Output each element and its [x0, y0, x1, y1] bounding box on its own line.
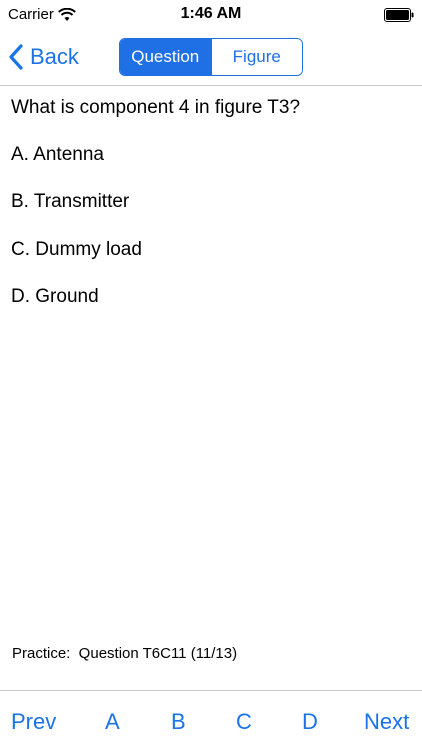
view-segmented-control: Question Figure — [119, 38, 303, 76]
next-button[interactable]: Next — [364, 709, 409, 735]
answer-a-button[interactable]: A — [105, 709, 120, 735]
answer-d: D. Ground — [11, 286, 99, 307]
answer-a: A. Antenna — [11, 144, 104, 165]
answer-d-button[interactable]: D — [302, 709, 318, 735]
bottom-toolbar: Prev A B C D Next — [0, 690, 422, 750]
chevron-left-icon — [9, 44, 23, 70]
segment-question[interactable]: Question — [120, 39, 211, 75]
navigation-bar: Back Question Figure — [0, 30, 422, 86]
back-label: Back — [30, 44, 79, 69]
question-text: What is component 4 in figure T3? — [11, 97, 301, 118]
status-bar: Carrier 1:46 AM — [0, 0, 422, 30]
practice-status: Practice: Question T6C11 (11/13) — [12, 645, 238, 662]
answer-b-button[interactable]: B — [171, 709, 186, 735]
answer-b: B. Transmitter — [11, 191, 130, 212]
status-time: 1:46 AM — [180, 5, 242, 22]
back-button[interactable]: Back — [8, 40, 79, 74]
segment-figure[interactable]: Figure — [210, 39, 302, 75]
battery-icon — [384, 8, 414, 22]
screen: Carrier 1:46 AM Back Question Figure Wha… — [0, 0, 422, 750]
answer-c-button[interactable]: C — [236, 709, 252, 735]
prev-button[interactable]: Prev — [11, 709, 56, 735]
answer-c: C. Dummy load — [11, 239, 142, 260]
